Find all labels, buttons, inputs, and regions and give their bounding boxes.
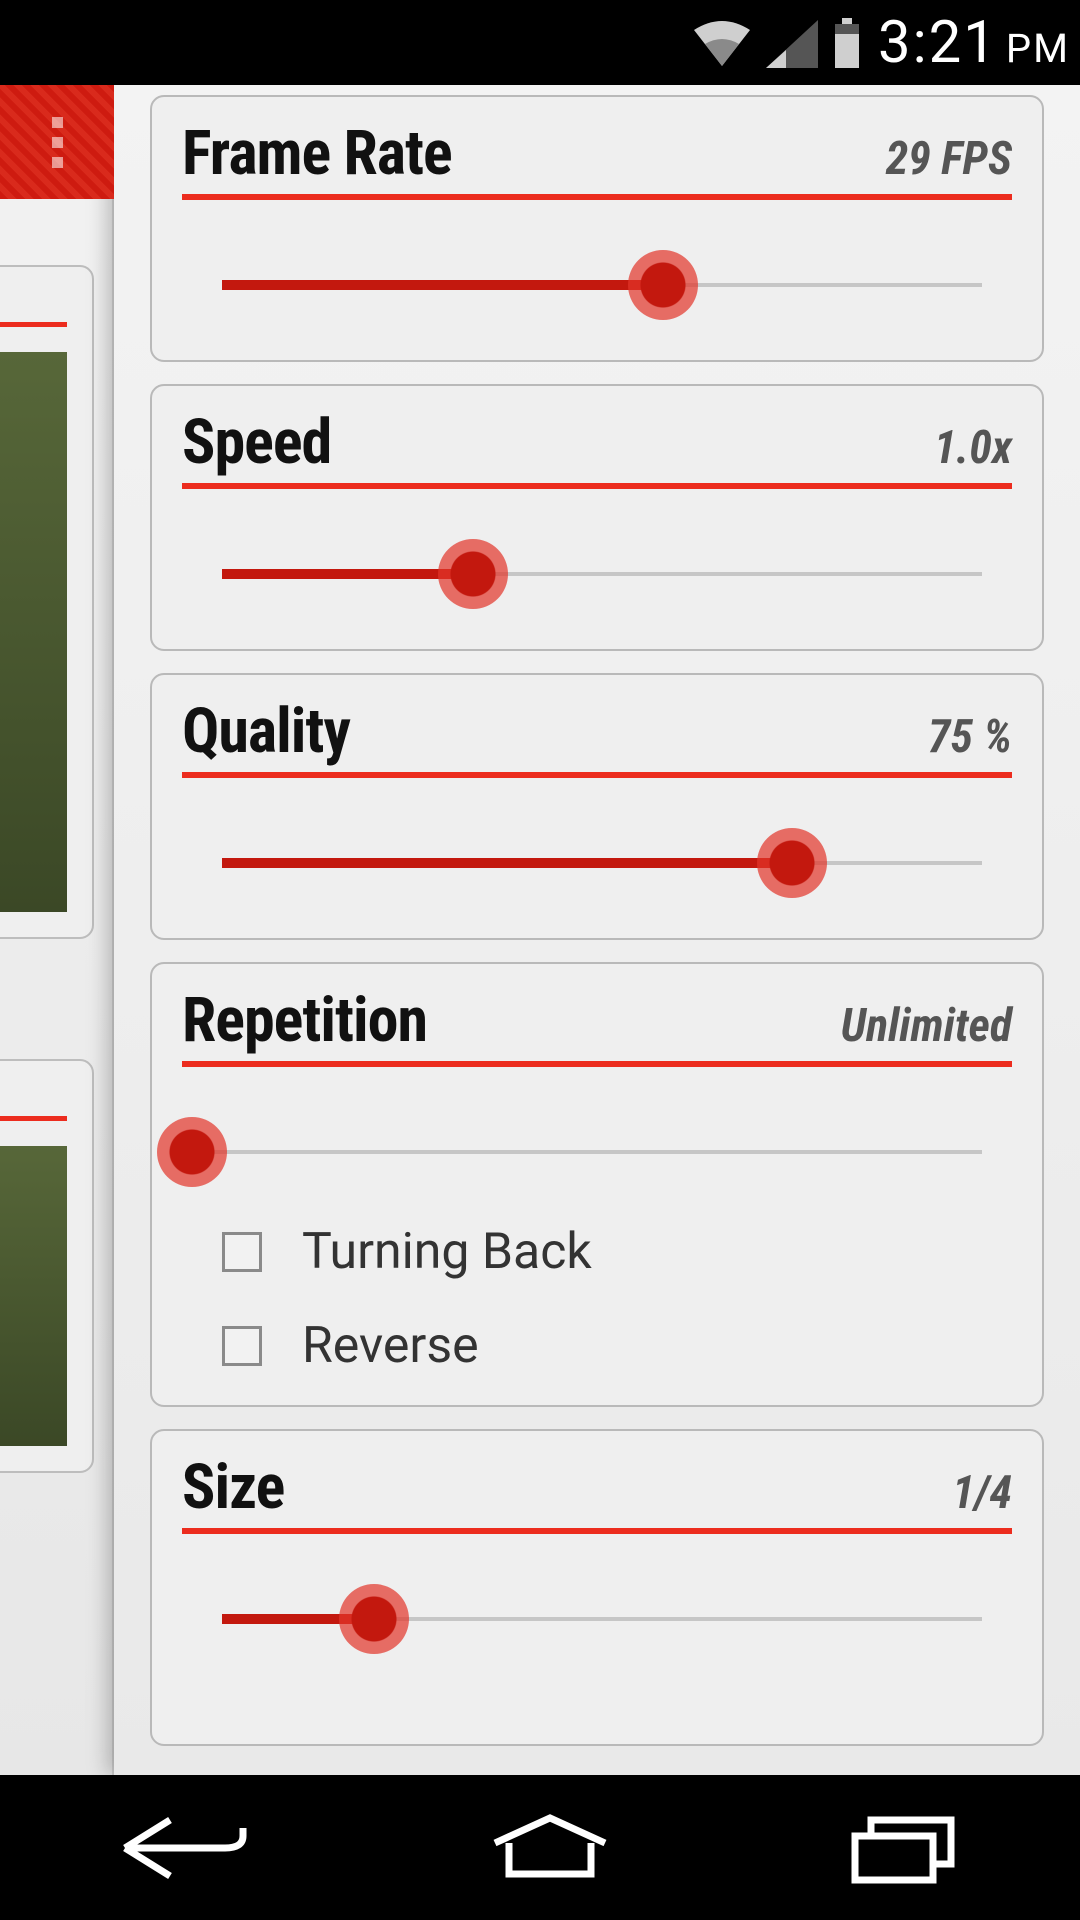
quality-label: Quality [182,695,350,768]
frame-rate-value: 29 FPS [886,132,1012,186]
nav-back-icon[interactable] [115,1808,255,1888]
underlying-card-2 [0,1059,94,1473]
quality-value: 75 % [928,710,1012,764]
setting-card-speed: Speed 1.0x [150,384,1044,651]
status-clock: 3:21 PM [878,9,1070,77]
size-slider[interactable] [222,1584,982,1654]
setting-card-quality: Quality 75 % [150,673,1044,940]
status-ampm: PM [1006,25,1070,72]
setting-card-size: Size 1/4 [150,1429,1044,1746]
turning-back-row[interactable]: Turning Back [222,1223,1012,1281]
underlying-thumbnail-2 [0,1146,67,1446]
quality-slider[interactable] [222,828,982,898]
app-viewport: Frame Rate 29 FPS Speed 1.0x [0,85,1080,1775]
size-label: Size [182,1451,284,1524]
frame-rate-slider[interactable] [222,250,982,320]
speed-slider[interactable] [222,539,982,609]
reverse-label: Reverse [302,1317,479,1375]
repetition-value: Unlimited [841,999,1012,1053]
turning-back-label: Turning Back [302,1223,592,1281]
underlying-card-1 [0,265,94,939]
reverse-row[interactable]: Reverse [222,1317,1012,1375]
battery-icon [832,18,862,68]
status-time: 3:21 [878,9,998,77]
speed-value: 1.0x [934,421,1012,475]
setting-card-repetition: Repetition Unlimited Turning Back Revers… [150,962,1044,1407]
signal-icon [766,20,818,68]
wifi-icon [692,20,752,68]
status-icons [692,18,862,68]
settings-drawer: Frame Rate 29 FPS Speed 1.0x [114,85,1080,1775]
reverse-checkbox[interactable] [222,1326,262,1366]
android-nav-bar [0,1775,1080,1920]
size-value: 1/4 [952,1466,1012,1520]
overflow-menu-icon [52,117,63,168]
nav-recent-icon[interactable] [845,1808,965,1888]
setting-card-frame-rate: Frame Rate 29 FPS [150,95,1044,362]
frame-rate-label: Frame Rate [182,117,452,190]
speed-label: Speed [182,406,331,479]
underlying-thumbnail-1 [0,352,67,912]
nav-home-icon[interactable] [485,1808,615,1888]
turning-back-checkbox[interactable] [222,1232,262,1272]
repetition-slider[interactable] [192,1117,982,1187]
underlying-panel [0,85,114,1775]
repetition-label: Repetition [182,984,427,1057]
android-status-bar: 3:21 PM [0,0,1080,85]
overflow-menu-button[interactable] [0,85,114,199]
